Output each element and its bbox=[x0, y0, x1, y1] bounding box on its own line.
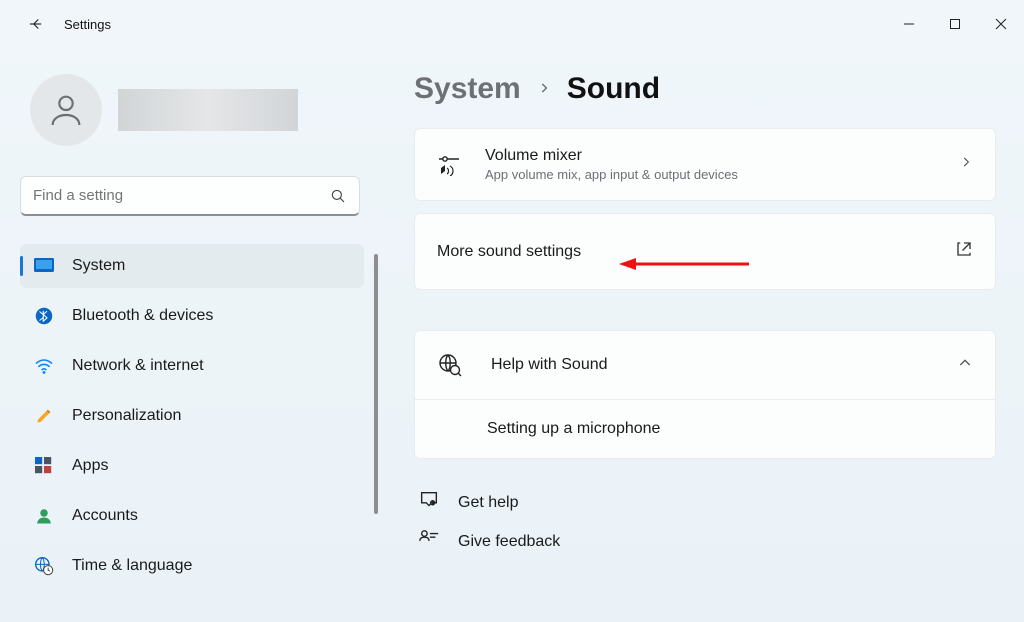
nav-item-bluetooth[interactable]: Bluetooth & devices bbox=[20, 294, 364, 338]
nav-label: System bbox=[72, 257, 125, 275]
nav-label: Apps bbox=[72, 457, 108, 475]
help-header[interactable]: Help with Sound bbox=[415, 331, 995, 400]
person-icon bbox=[46, 90, 86, 130]
maximize-button[interactable] bbox=[932, 8, 978, 40]
help-item-microphone[interactable]: Setting up a microphone bbox=[415, 400, 995, 458]
arrow-left-icon bbox=[27, 15, 45, 33]
app-title: Settings bbox=[64, 17, 111, 32]
breadcrumb: System Sound bbox=[414, 72, 996, 106]
footer-label: Get help bbox=[458, 494, 518, 512]
bluetooth-icon bbox=[34, 306, 54, 326]
footer-links: ? Get help Give feedback bbox=[414, 489, 996, 555]
search-icon bbox=[329, 187, 347, 205]
nav-item-apps[interactable]: Apps bbox=[20, 444, 364, 488]
maximize-icon bbox=[949, 18, 961, 30]
chevron-up-icon bbox=[957, 355, 973, 376]
globe-clock-icon bbox=[34, 556, 54, 576]
user-profile[interactable] bbox=[30, 74, 380, 146]
search-box[interactable] bbox=[20, 176, 360, 216]
globe-search-icon bbox=[437, 353, 463, 377]
nav-item-system[interactable]: System bbox=[20, 244, 364, 288]
card-subtitle: App volume mix, app input & output devic… bbox=[485, 167, 937, 182]
more-sound-settings-card[interactable]: More sound settings bbox=[414, 213, 996, 290]
content-area: System Sound Volume mixer App volume mix… bbox=[380, 48, 1024, 622]
display-icon bbox=[34, 256, 54, 276]
nav-item-network[interactable]: Network & internet bbox=[20, 344, 364, 388]
chevron-right-icon bbox=[537, 78, 551, 101]
window-controls bbox=[886, 8, 1024, 40]
get-help-link[interactable]: ? Get help bbox=[414, 489, 996, 516]
sidebar: System Bluetooth & devices Network & int… bbox=[0, 48, 380, 622]
close-button[interactable] bbox=[978, 8, 1024, 40]
search-input[interactable] bbox=[33, 187, 329, 204]
minimize-icon bbox=[903, 18, 915, 30]
user-name-redacted bbox=[118, 89, 298, 131]
account-icon bbox=[34, 506, 54, 526]
nav-label: Time & language bbox=[72, 557, 192, 575]
give-feedback-link[interactable]: Give feedback bbox=[414, 528, 996, 555]
nav-label: Accounts bbox=[72, 507, 138, 525]
feedback-icon bbox=[418, 528, 440, 555]
close-icon bbox=[995, 18, 1007, 30]
nav-label: Network & internet bbox=[72, 357, 204, 375]
titlebar: Settings bbox=[0, 0, 1024, 48]
card-title: More sound settings bbox=[437, 243, 933, 261]
nav-list: System Bluetooth & devices Network & int… bbox=[20, 244, 364, 588]
volume-mixer-card[interactable]: Volume mixer App volume mix, app input &… bbox=[414, 128, 996, 201]
minimize-button[interactable] bbox=[886, 8, 932, 40]
card-title: Volume mixer bbox=[485, 147, 937, 165]
wifi-icon bbox=[34, 356, 54, 376]
nav-item-time-language[interactable]: Time & language bbox=[20, 544, 364, 588]
apps-icon bbox=[34, 456, 54, 476]
footer-label: Give feedback bbox=[458, 533, 560, 551]
breadcrumb-parent[interactable]: System bbox=[414, 72, 521, 106]
nav-item-accounts[interactable]: Accounts bbox=[20, 494, 364, 538]
chevron-right-icon bbox=[959, 155, 973, 174]
paintbrush-icon bbox=[34, 406, 54, 426]
avatar bbox=[30, 74, 102, 146]
nav-item-personalization[interactable]: Personalization bbox=[20, 394, 364, 438]
nav-label: Bluetooth & devices bbox=[72, 307, 213, 325]
help-title: Help with Sound bbox=[491, 356, 929, 374]
help-with-sound-card: Help with Sound Setting up a microphone bbox=[414, 330, 996, 459]
breadcrumb-current: Sound bbox=[567, 72, 660, 106]
mixer-icon bbox=[437, 154, 463, 176]
svg-text:?: ? bbox=[432, 502, 434, 506]
back-button[interactable] bbox=[24, 12, 48, 36]
open-external-icon bbox=[955, 240, 973, 263]
nav-label: Personalization bbox=[72, 407, 181, 425]
help-icon: ? bbox=[418, 489, 440, 516]
